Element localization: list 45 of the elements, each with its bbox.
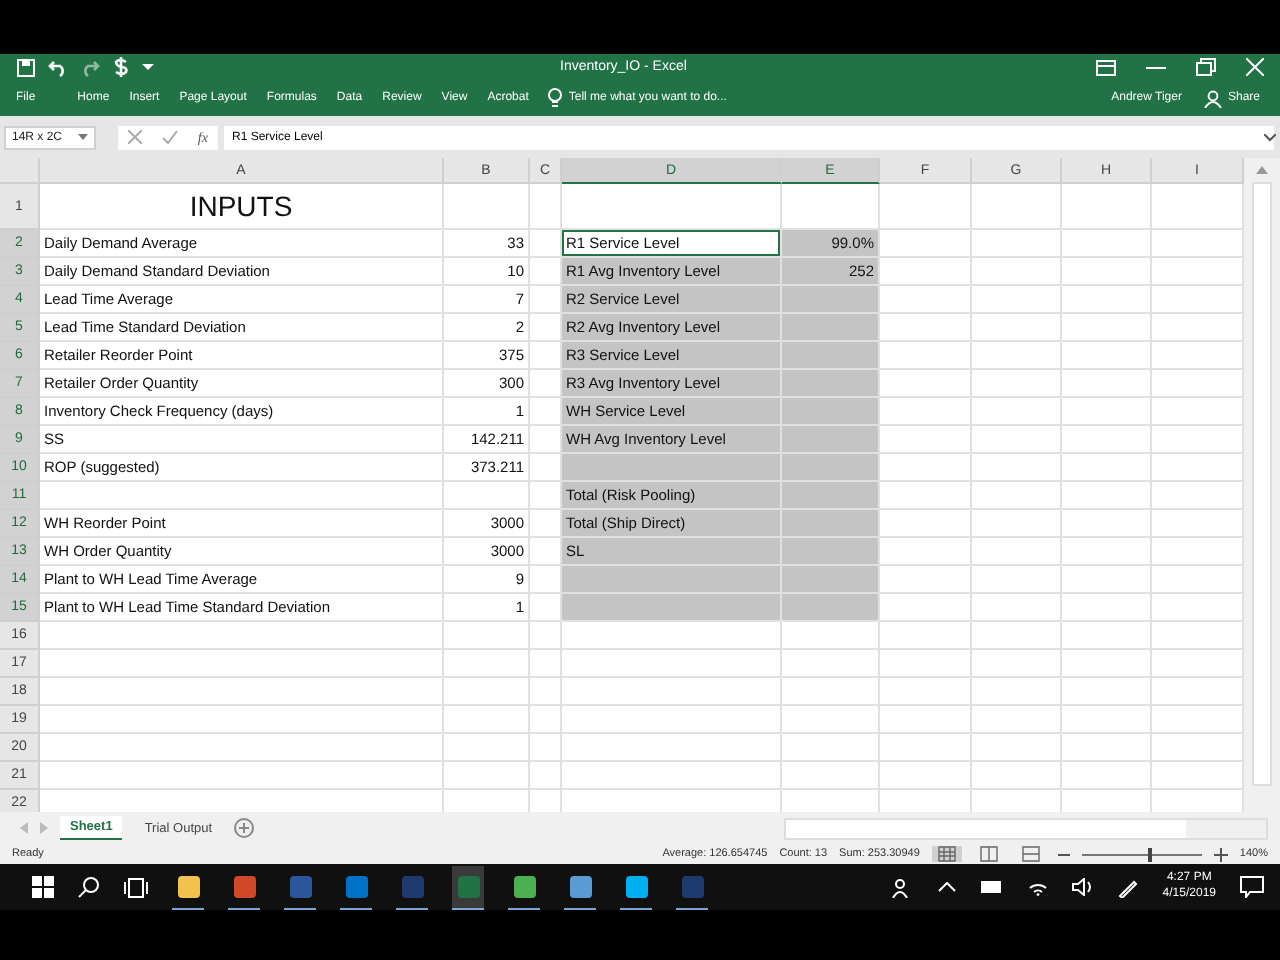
selected-cell[interactable] (782, 482, 878, 509)
ribbon-display-icon[interactable] (1096, 59, 1116, 76)
speaker-icon[interactable] (1072, 878, 1095, 897)
selected-cell[interactable] (782, 398, 878, 425)
horizontal-scrollbar[interactable] (784, 817, 1268, 840)
caret-icon (78, 133, 88, 142)
wifi-icon[interactable] (1028, 878, 1049, 897)
selected-cell[interactable] (782, 538, 878, 565)
zoom-in-icon[interactable] (1213, 847, 1228, 862)
selected-cell[interactable] (782, 594, 878, 621)
selected-cell[interactable] (562, 454, 780, 481)
check-icon[interactable] (161, 130, 178, 145)
sheet-heading: INPUTS (187, 190, 295, 223)
battery-icon[interactable] (980, 880, 1005, 895)
notification-icon[interactable] (1240, 876, 1264, 899)
redo-icon[interactable] (80, 57, 100, 78)
selected-cell[interactable] (782, 342, 878, 369)
selected-cell[interactable] (782, 370, 878, 397)
selected-cell[interactable] (562, 594, 780, 621)
selected-cell[interactable] (782, 566, 878, 593)
pen-icon[interactable] (1118, 877, 1139, 898)
vertical-scrollbar[interactable] (1244, 158, 1280, 813)
currency-icon[interactable] (112, 56, 130, 79)
zoom-slider-thumb[interactable] (1147, 847, 1152, 862)
windows-start-icon[interactable] (32, 876, 54, 899)
selected-cell[interactable] (562, 566, 780, 593)
chevron-up-icon[interactable] (938, 882, 957, 893)
expand-caret-icon[interactable] (1264, 133, 1276, 142)
customize-caret-icon[interactable] (142, 62, 154, 73)
close-icon[interactable] (1246, 58, 1264, 77)
selected-cell[interactable] (782, 426, 878, 453)
selected-cell[interactable] (782, 286, 878, 313)
add-sheet-icon[interactable] (234, 818, 255, 839)
lightbulb-icon (548, 88, 563, 109)
undo-icon[interactable] (48, 57, 68, 78)
save-icon[interactable] (16, 57, 36, 78)
task-view-icon[interactable] (124, 877, 148, 898)
taskbar-app-icon[interactable] (452, 865, 484, 910)
search-icon[interactable] (78, 876, 100, 899)
restore-icon[interactable] (1196, 58, 1216, 77)
selected-cell[interactable] (782, 454, 878, 481)
selected-cell[interactable] (782, 510, 878, 537)
person-icon (1203, 89, 1222, 108)
selected-cell[interactable] (782, 314, 878, 341)
normal-view-icon[interactable] (931, 846, 962, 863)
